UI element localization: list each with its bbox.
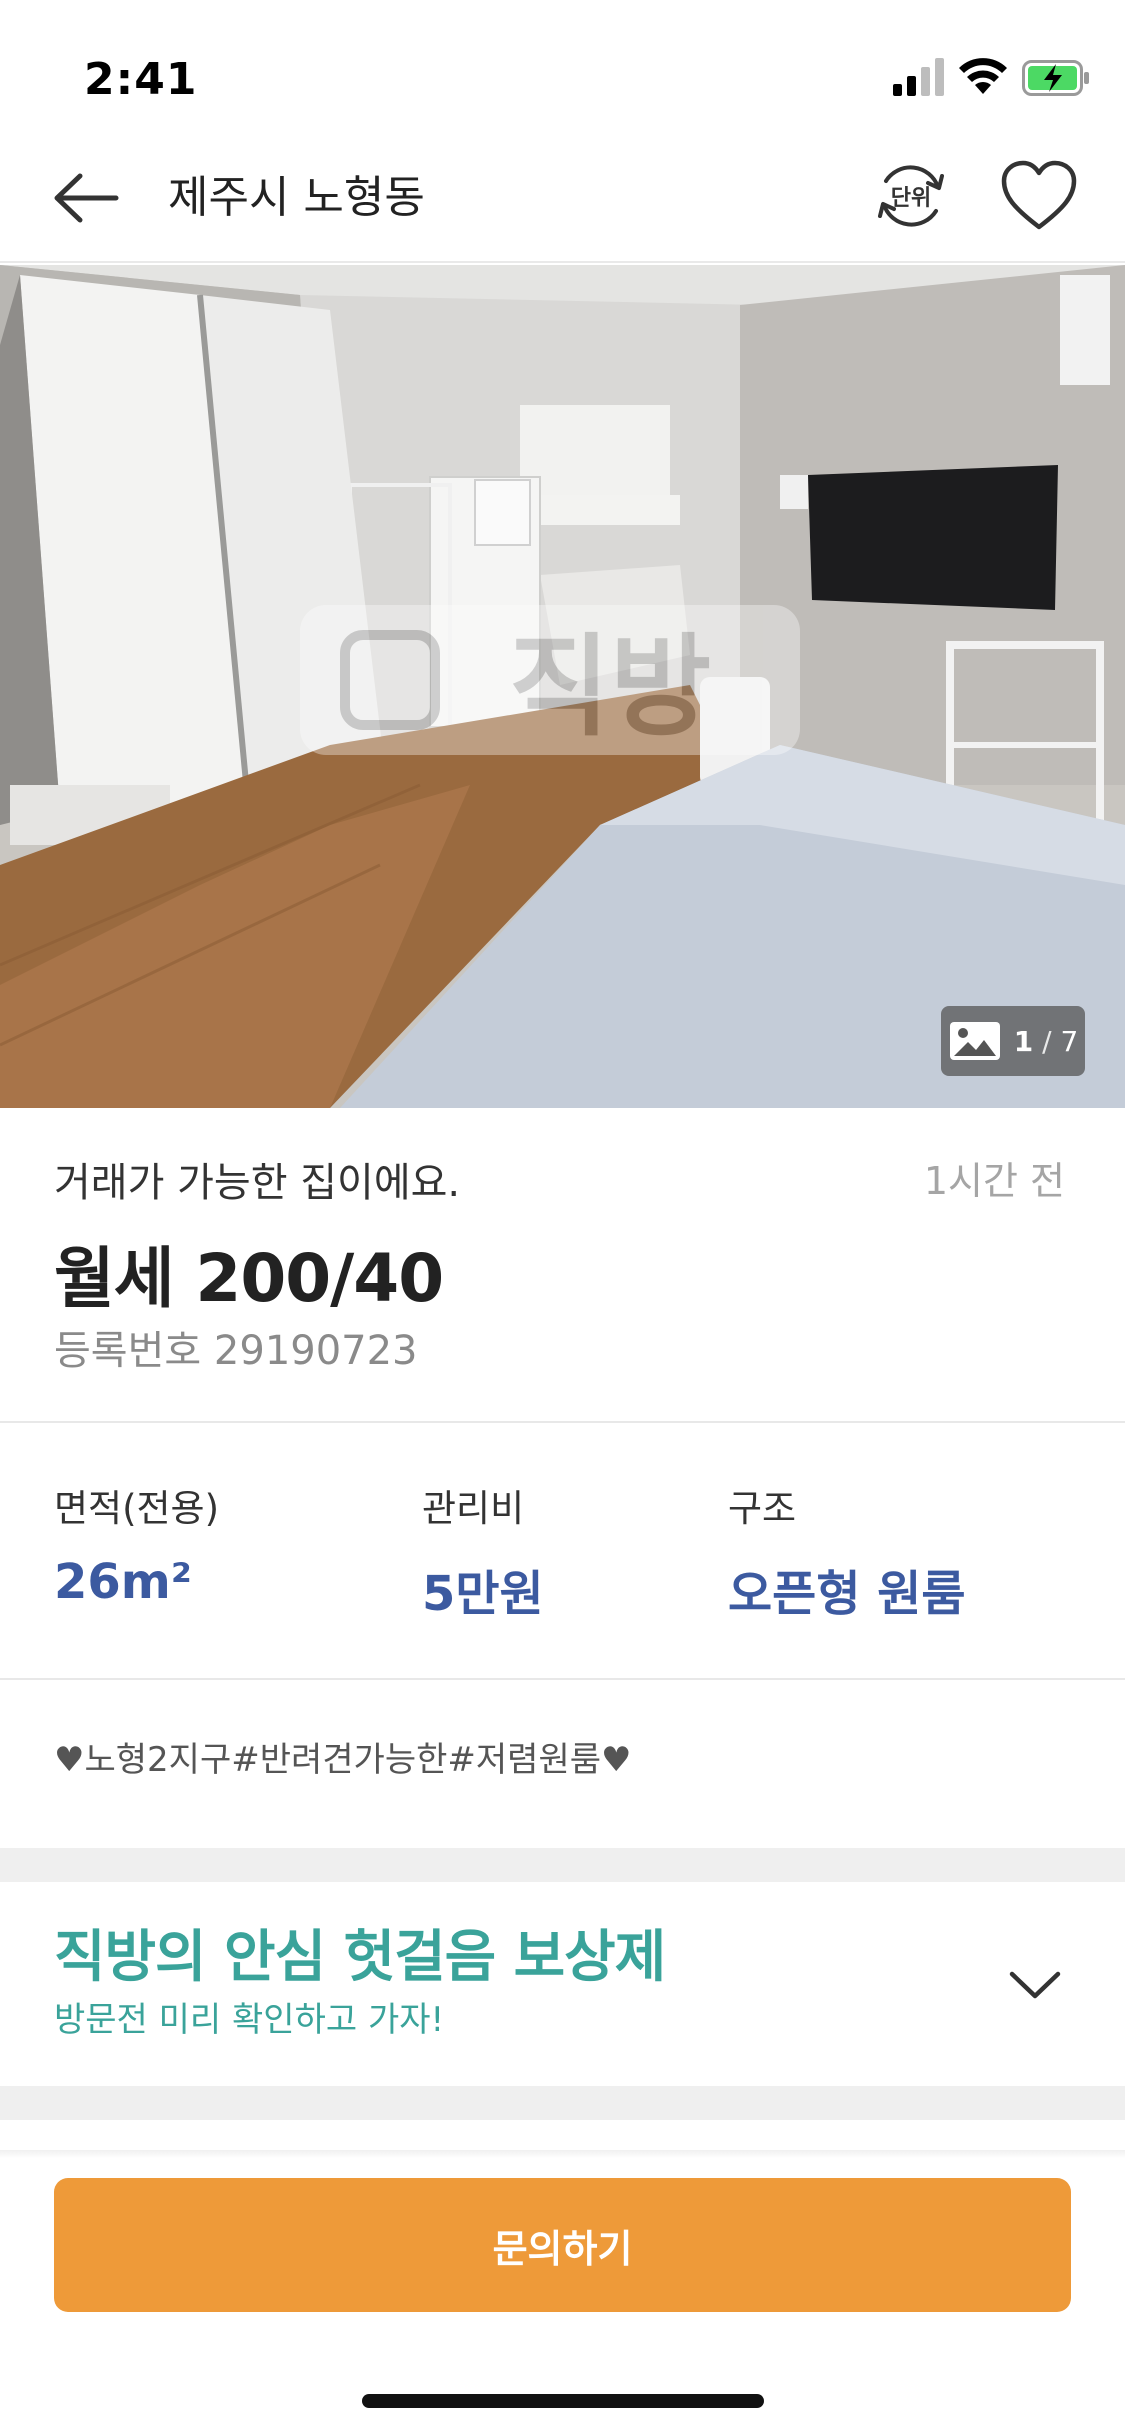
posted-time: 1시간 전	[923, 1159, 1065, 1203]
spec-area: 면적(전용) 26m²	[54, 1478, 219, 1610]
listing-tags: ♥노형2지구#반려견가능한#저렴원룸♥	[54, 1740, 632, 1780]
spec-value: 오픈형 원룸	[728, 1566, 966, 1622]
unit-toggle-button[interactable]: 단위	[872, 157, 950, 235]
spec-value: 26m²	[54, 1554, 192, 1610]
section-separator	[0, 1848, 1125, 1882]
bottom-bar-shadow	[0, 2150, 1125, 2158]
promo-title: 직방의 안심 헛걸음 보상제	[54, 1925, 666, 1990]
heart-icon	[1001, 160, 1077, 230]
photo-counter-separator: /	[1042, 1024, 1052, 1058]
status-time: 2:41	[84, 54, 198, 105]
listing-photo[interactable]: 직방	[0, 265, 1125, 1108]
watermark-text: 직방	[509, 623, 711, 751]
watermark-logo: 직방	[300, 605, 800, 755]
promo-subtitle: 방문전 미리 확인하고 가자!	[54, 2000, 445, 2040]
status-bar: 2:41	[0, 0, 1125, 135]
page-title: 제주시 노형동	[168, 172, 425, 223]
spec-structure: 구조 오픈형 원룸	[728, 1478, 966, 1624]
battery-charging-icon	[1022, 60, 1089, 96]
availability-text: 거래가 가능한 집이에요.	[54, 1160, 461, 1206]
unit-label: 단위	[891, 186, 931, 211]
inquiry-button[interactable]: 문의하기	[54, 2178, 1071, 2312]
home-indicator[interactable]	[362, 2394, 764, 2408]
wifi-icon	[959, 58, 1007, 94]
spec-label: 구조	[728, 1487, 797, 1530]
spec-maintenance-fee: 관리비 5만원	[422, 1478, 544, 1624]
chevron-down-icon[interactable]	[1008, 1962, 1062, 2006]
price: 월세 200/40	[54, 1240, 444, 1317]
photo-counter-total: 7	[1060, 1024, 1079, 1058]
divider	[0, 1678, 1125, 1680]
arrow-left-icon	[54, 173, 119, 223]
photo-counter[interactable]: 1 / 7	[941, 1006, 1085, 1076]
unit-toggle-icon: 단위	[878, 165, 944, 227]
spec-label: 면적(전용)	[54, 1487, 220, 1530]
image-icon	[949, 1022, 1000, 1060]
divider	[0, 1421, 1125, 1423]
listing-detail-page: 2:41 제주시 노형동 단위 직방 1 / 7 거래가 가능한 집이에요. 1…	[0, 0, 1125, 2436]
spec-value: 5만원	[422, 1566, 544, 1622]
photo-counter-current: 1	[1013, 1024, 1034, 1058]
spec-label: 관리비	[422, 1487, 525, 1530]
registration-number: 등록번호 29190723	[54, 1328, 418, 1374]
cellular-signal-icon	[893, 58, 944, 96]
back-button[interactable]	[48, 163, 124, 233]
room-photo-illustration: 직방	[0, 265, 1125, 1108]
navigation-bar: 제주시 노형동 단위	[0, 135, 1125, 263]
favorite-button[interactable]	[1000, 159, 1078, 233]
section-separator	[0, 2086, 1125, 2120]
